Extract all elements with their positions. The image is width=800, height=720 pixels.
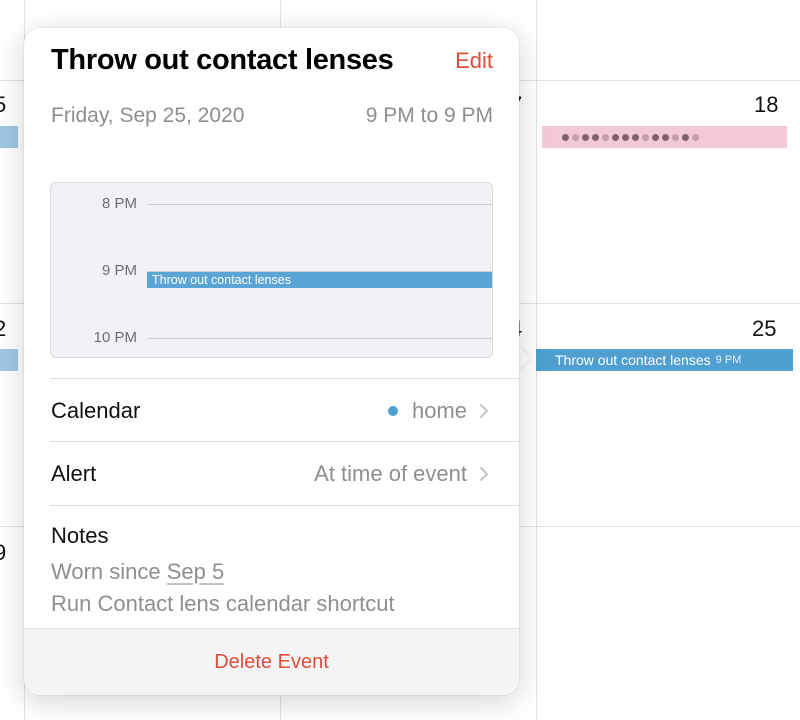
calendar-event[interactable] (0, 126, 18, 148)
day-number[interactable]: 5 (0, 92, 6, 118)
calendar-name: home (411, 398, 467, 423)
calendar-event-title: Throw out contact lenses (555, 352, 711, 368)
calendar-event-selected[interactable]: Throw out contact lenses 9 PM (536, 349, 793, 371)
day-timeline-preview: 8 PM 9 PM Throw out contact lenses 10 PM (50, 182, 493, 358)
chevron-right-icon (480, 467, 488, 481)
notes-line-2: Run Contact lens calendar shortcut (51, 591, 395, 616)
timeline-hour-label: 8 PM (101, 195, 137, 212)
day-number[interactable]: 9 (0, 540, 6, 566)
divider (50, 441, 519, 442)
timeline-hour-line (147, 204, 492, 205)
divider (50, 505, 519, 506)
event-date: Friday, Sep 25, 2020 (51, 104, 245, 127)
day-number[interactable]: 25 (752, 316, 776, 342)
event-detail-popover: Throw out contact lenses Edit Friday, Se… (24, 28, 519, 695)
timeline-hour-label: 9 PM (101, 262, 137, 279)
day-number[interactable]: 2 (0, 316, 6, 342)
redacted-calendar-event[interactable] (542, 126, 787, 148)
event-title: Throw out contact lenses (51, 44, 394, 76)
popover-footer: Delete Event (24, 628, 519, 695)
chevron-right-icon (480, 404, 488, 418)
alert-row-value[interactable]: At time of event (314, 461, 489, 487)
day-number[interactable]: 18 (754, 92, 778, 118)
calendar-color-dot (387, 406, 398, 416)
timeline-hour-line (147, 338, 492, 339)
edit-button[interactable]: Edit (455, 48, 493, 74)
delete-event-button[interactable]: Delete Event (214, 651, 329, 674)
notes-label: Notes (51, 523, 109, 548)
divider (50, 378, 519, 379)
timeline-event-block: Throw out contact lenses (147, 272, 492, 288)
notes-line-1: Worn since Sep 5 (51, 559, 224, 585)
alert-setting: At time of event (314, 461, 467, 486)
calendar-row-value[interactable]: home (387, 398, 489, 424)
alert-row-label: Alert (51, 461, 97, 486)
notes-text: Worn since (51, 559, 167, 584)
calendar-event[interactable] (0, 349, 18, 371)
event-time-range: 9 PM to 9 PM (365, 104, 493, 127)
timeline-hour-label: 10 PM (93, 329, 137, 346)
redacted-text (562, 133, 699, 141)
calendar-row-label: Calendar (51, 398, 141, 423)
calendar-event-time: 9 PM (715, 354, 742, 366)
notes-date-link[interactable]: Sep 5 (167, 559, 225, 584)
